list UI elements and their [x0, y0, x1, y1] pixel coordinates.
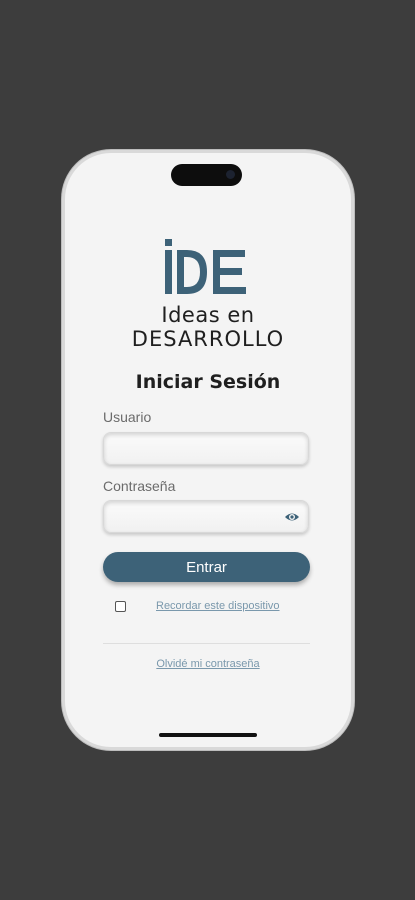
login-button[interactable]: Entrar	[103, 552, 310, 582]
username-label: Usuario	[103, 409, 152, 425]
password-field-container	[103, 500, 309, 533]
username-input[interactable]	[104, 433, 308, 464]
remember-device-row: Recordar este dispositivo	[115, 599, 315, 615]
device-power-button	[352, 278, 355, 336]
password-input[interactable]	[104, 501, 308, 532]
phone-screen: Ideas en DESARROLLO Iniciar Sesión Usuar…	[65, 153, 351, 747]
forgot-password-link[interactable]: Olvidé mi contraseña	[65, 658, 351, 670]
password-label: Contraseña	[103, 478, 176, 494]
camera-icon	[226, 170, 235, 179]
dynamic-island	[171, 164, 242, 186]
home-indicator	[159, 733, 257, 737]
page-title: Iniciar Sesión	[135, 371, 281, 393]
brand-name-line1: Ideas en	[161, 303, 255, 327]
eye-icon[interactable]	[284, 510, 300, 524]
device-volume-up	[61, 262, 64, 300]
remember-device-checkbox[interactable]	[115, 601, 126, 612]
username-field-container	[103, 432, 309, 465]
brand-name-line2: DESARROLLO	[131, 327, 285, 351]
ide-logo	[165, 239, 246, 294]
app-stage: Ideas en DESARROLLO Iniciar Sesión Usuar…	[0, 0, 415, 900]
divider	[103, 643, 310, 644]
device-side-button	[61, 228, 64, 248]
remember-device-link[interactable]: Recordar este dispositivo	[156, 600, 280, 612]
device-volume-down	[61, 310, 64, 348]
